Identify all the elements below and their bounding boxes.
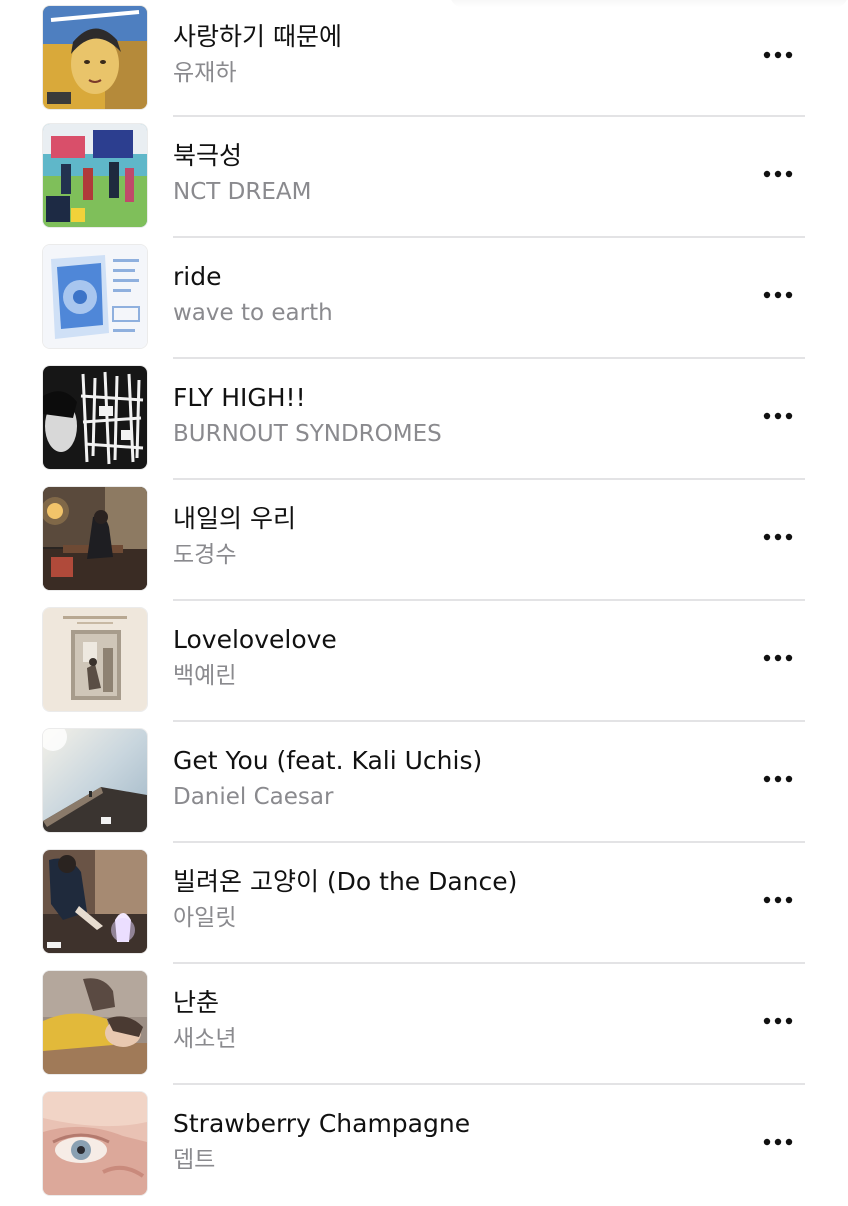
- track-title: Lovelovelove: [173, 625, 337, 654]
- album-artwork: [43, 245, 147, 348]
- album-artwork: [43, 729, 147, 832]
- more-options-button[interactable]: [755, 1127, 801, 1157]
- track-title: Strawberry Champagne: [173, 1109, 471, 1138]
- track-row[interactable]: 내일의 우리 도경수: [0, 480, 848, 601]
- track-row[interactable]: Lovelovelove 백예린: [0, 601, 848, 722]
- more-options-button[interactable]: [755, 643, 801, 673]
- more-options-icon: [763, 412, 793, 420]
- more-options-button[interactable]: [755, 522, 801, 552]
- more-options-button[interactable]: [755, 280, 801, 310]
- more-options-icon: [763, 291, 793, 299]
- track-title: 북극성: [173, 141, 243, 170]
- track-row[interactable]: 북극성 NCT DREAM: [0, 117, 848, 238]
- track-info: Get You (feat. Kali Uchis) Daniel Caesar: [173, 744, 733, 813]
- album-artwork: [43, 608, 147, 711]
- track-info: 내일의 우리 도경수: [173, 502, 733, 571]
- track-row[interactable]: FLY HIGH!! BURNOUT SYNDROMES: [0, 359, 848, 480]
- track-artist: 백예린: [173, 663, 237, 689]
- track-title: 난춘: [173, 988, 220, 1017]
- track-title: 빌려온 고양이 (Do the Dance): [173, 867, 518, 896]
- track-row[interactable]: ride wave to earth: [0, 238, 848, 359]
- album-artwork: [43, 971, 147, 1074]
- more-options-icon: [763, 51, 793, 59]
- more-options-icon: [763, 654, 793, 662]
- track-title: FLY HIGH!!: [173, 383, 306, 412]
- more-options-icon: [763, 1017, 793, 1025]
- track-artist: 뎁트: [173, 1147, 216, 1173]
- track-list: 사랑하기 때문에 유재하 북극성 NCT DREAM ride wave to …: [0, 0, 848, 1206]
- track-info: 북극성 NCT DREAM: [173, 139, 733, 208]
- more-options-button[interactable]: [755, 40, 801, 70]
- more-options-icon: [763, 170, 793, 178]
- track-info: 빌려온 고양이 (Do the Dance) 아일릿: [173, 865, 733, 934]
- album-artwork: [43, 487, 147, 590]
- more-options-icon: [763, 533, 793, 541]
- track-info: ride wave to earth: [173, 260, 733, 329]
- more-options-button[interactable]: [755, 885, 801, 915]
- more-options-icon: [763, 1138, 793, 1146]
- track-title: 내일의 우리: [173, 504, 296, 533]
- album-artwork: [43, 124, 147, 227]
- track-info: Lovelovelove 백예린: [173, 623, 733, 692]
- track-row[interactable]: Strawberry Champagne 뎁트: [0, 1085, 848, 1206]
- more-options-button[interactable]: [755, 401, 801, 431]
- more-options-icon: [763, 896, 793, 904]
- track-info: FLY HIGH!! BURNOUT SYNDROMES: [173, 381, 733, 450]
- track-row[interactable]: Get You (feat. Kali Uchis) Daniel Caesar: [0, 722, 848, 843]
- track-info: 사랑하기 때문에 유재하: [173, 20, 733, 89]
- more-options-button[interactable]: [755, 159, 801, 189]
- track-title: Get You (feat. Kali Uchis): [173, 746, 483, 775]
- track-artist: Daniel Caesar: [173, 784, 334, 810]
- track-artist: 유재하: [173, 60, 237, 86]
- track-artist: NCT DREAM: [173, 179, 312, 205]
- track-artist: 도경수: [173, 542, 237, 568]
- track-row[interactable]: 난춘 새소년: [0, 964, 848, 1085]
- album-artwork: [43, 6, 147, 109]
- track-info: 난춘 새소년: [173, 986, 733, 1055]
- track-row[interactable]: 사랑하기 때문에 유재하: [0, 0, 848, 117]
- more-options-button[interactable]: [755, 1006, 801, 1036]
- more-options-button[interactable]: [755, 764, 801, 794]
- album-artwork: [43, 366, 147, 469]
- track-artist: 아일릿: [173, 905, 237, 931]
- track-row[interactable]: 빌려온 고양이 (Do the Dance) 아일릿: [0, 843, 848, 964]
- track-title: ride: [173, 262, 222, 291]
- track-artist: 새소년: [173, 1026, 237, 1052]
- track-info: Strawberry Champagne 뎁트: [173, 1107, 733, 1176]
- album-artwork: [43, 1092, 147, 1195]
- track-artist: wave to earth: [173, 300, 333, 326]
- track-artist: BURNOUT SYNDROMES: [173, 421, 442, 447]
- album-artwork: [43, 850, 147, 953]
- track-title: 사랑하기 때문에: [173, 22, 342, 51]
- more-options-icon: [763, 775, 793, 783]
